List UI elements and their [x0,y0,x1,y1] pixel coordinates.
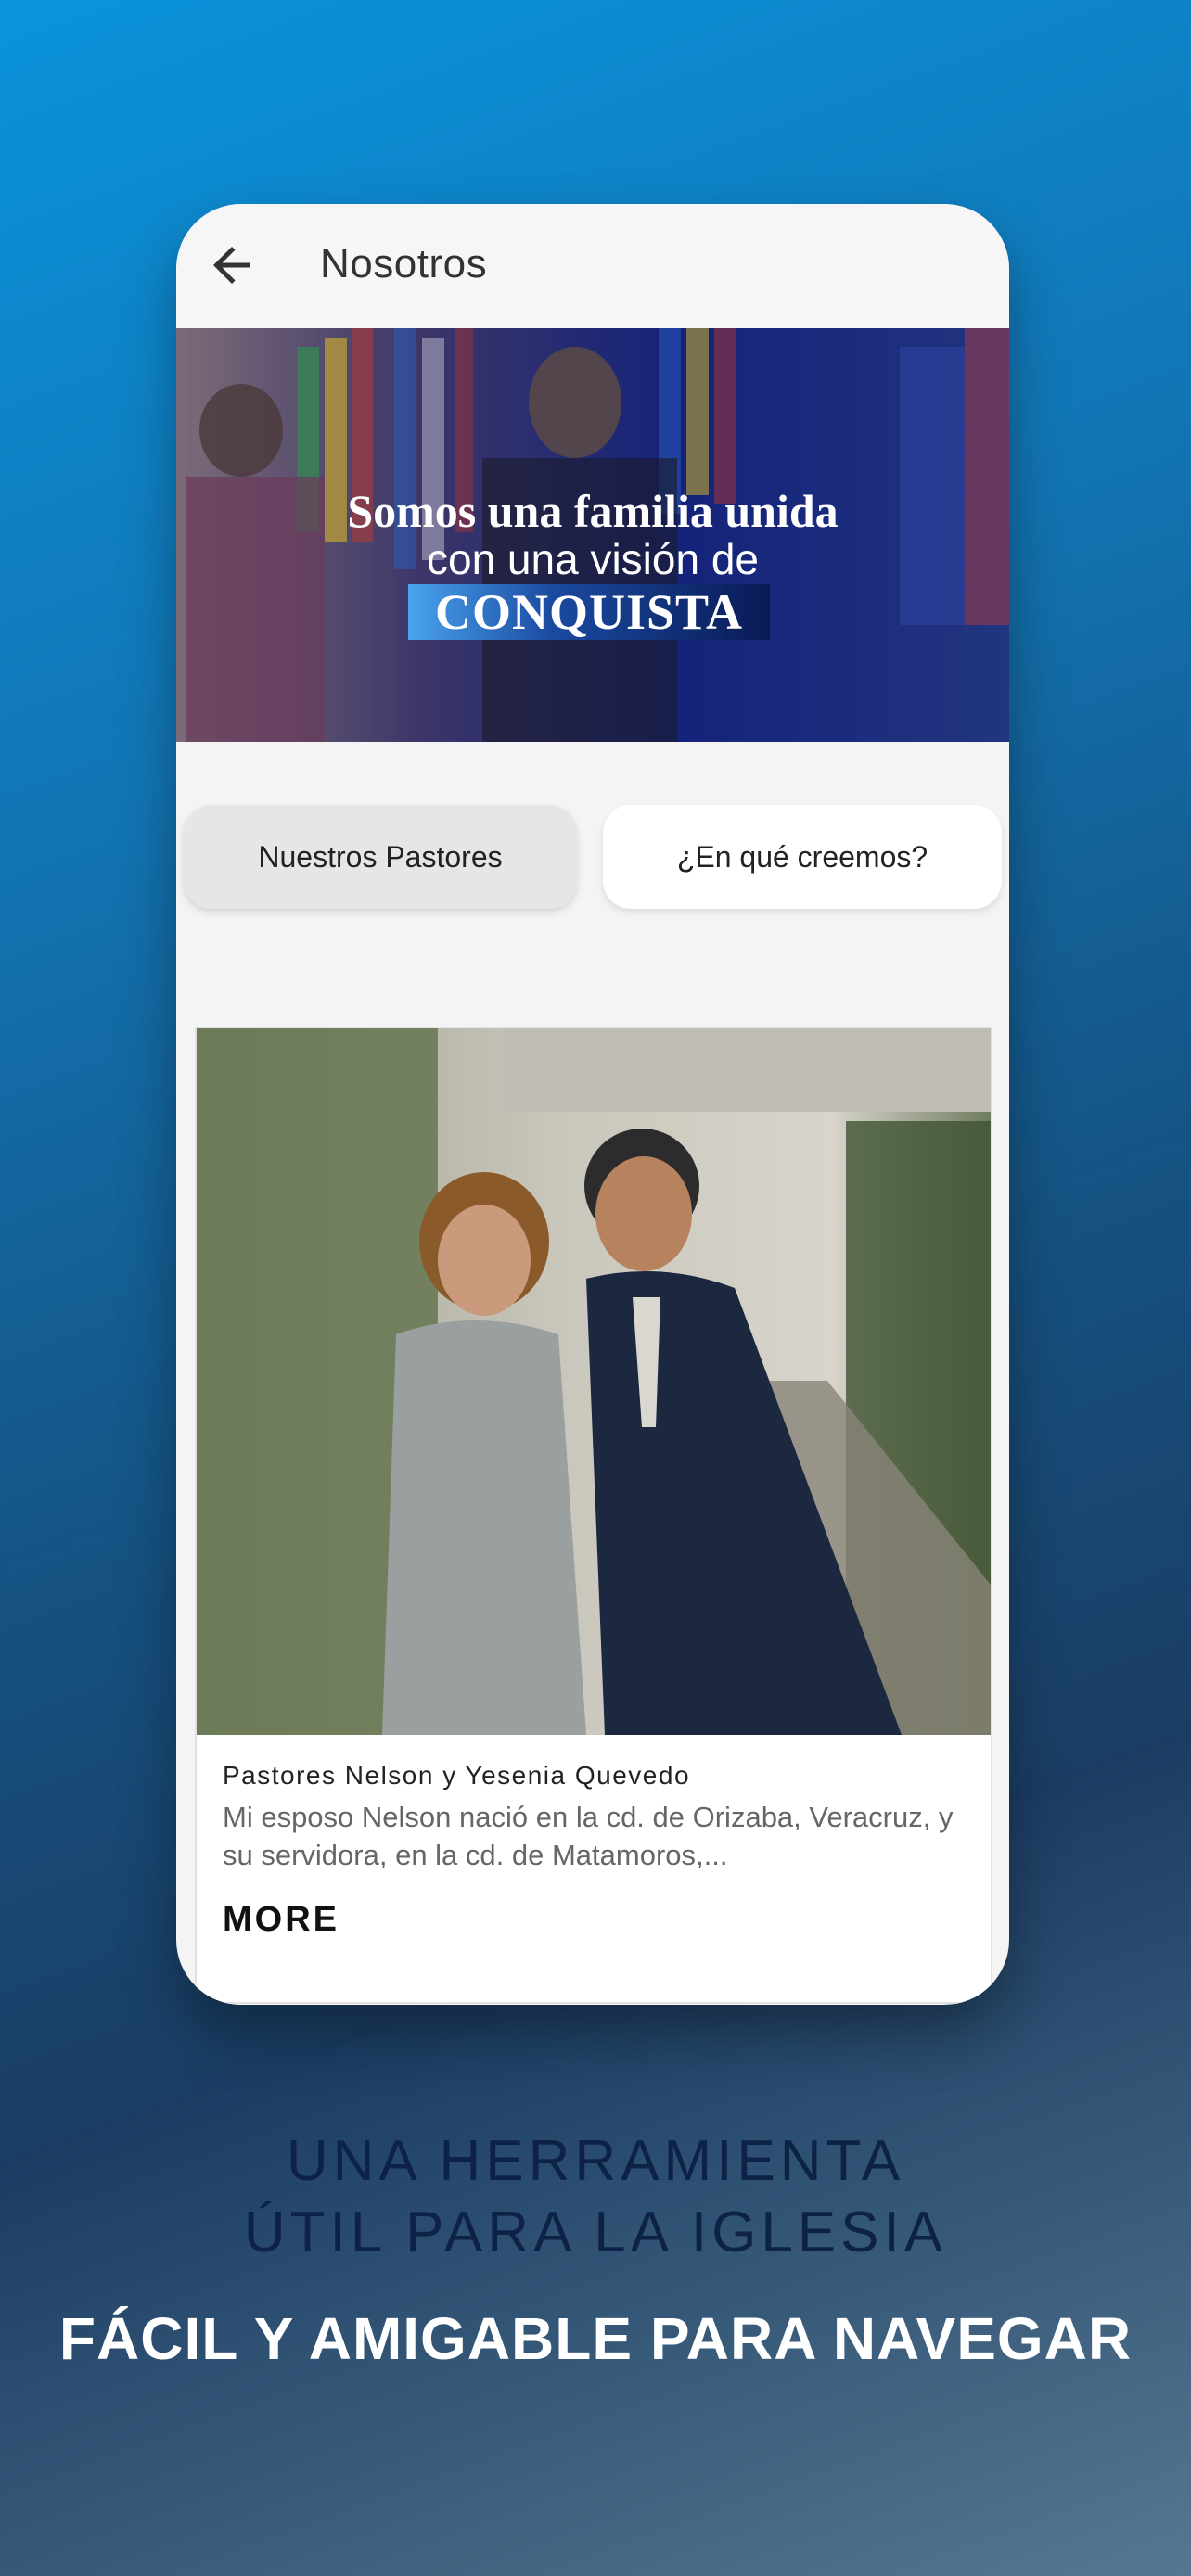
promo-line-1: UNA HERRAMIENTA [286,2129,905,2193]
page-title: Nosotros [320,241,488,287]
more-button[interactable]: MORE [223,1900,339,1940]
pastor-card[interactable]: Pastores Nelson y Yesenia Quevedo Mi esp… [195,1027,992,2004]
section-tabs: Nuestros Pastores ¿En qué creemos? [176,805,1009,912]
hero-banner: Somos una familia unida con una visión d… [176,328,1009,742]
back-button[interactable] [204,237,260,293]
tab-nuestros-pastores[interactable]: Nuestros Pastores [184,805,577,909]
phone-frame: Nosotros Somos una familia unida con una… [176,204,1009,2005]
promo-line-3: FÁCIL Y AMIGABLE PARA NAVEGAR [58,2305,1133,2372]
arrow-left-icon [213,247,250,284]
banner-headline: Somos una familia unida [347,485,839,537]
app-bar: Nosotros [176,204,1009,331]
pastor-description: Mi esposo Nelson nació en la cd. de Oriz… [223,1801,954,1871]
tab-en-que-creemos[interactable]: ¿En qué creemos? [603,805,1002,909]
pastors-photo [197,1028,991,1735]
pastor-name: Pastores Nelson y Yesenia Quevedo [223,1761,691,1790]
promo-line-2: ÚTIL PARA LA IGLESIA [243,2200,948,2264]
banner-highlight: CONQUISTA [408,584,770,640]
banner-subheadline: con una visión de [426,535,760,583]
